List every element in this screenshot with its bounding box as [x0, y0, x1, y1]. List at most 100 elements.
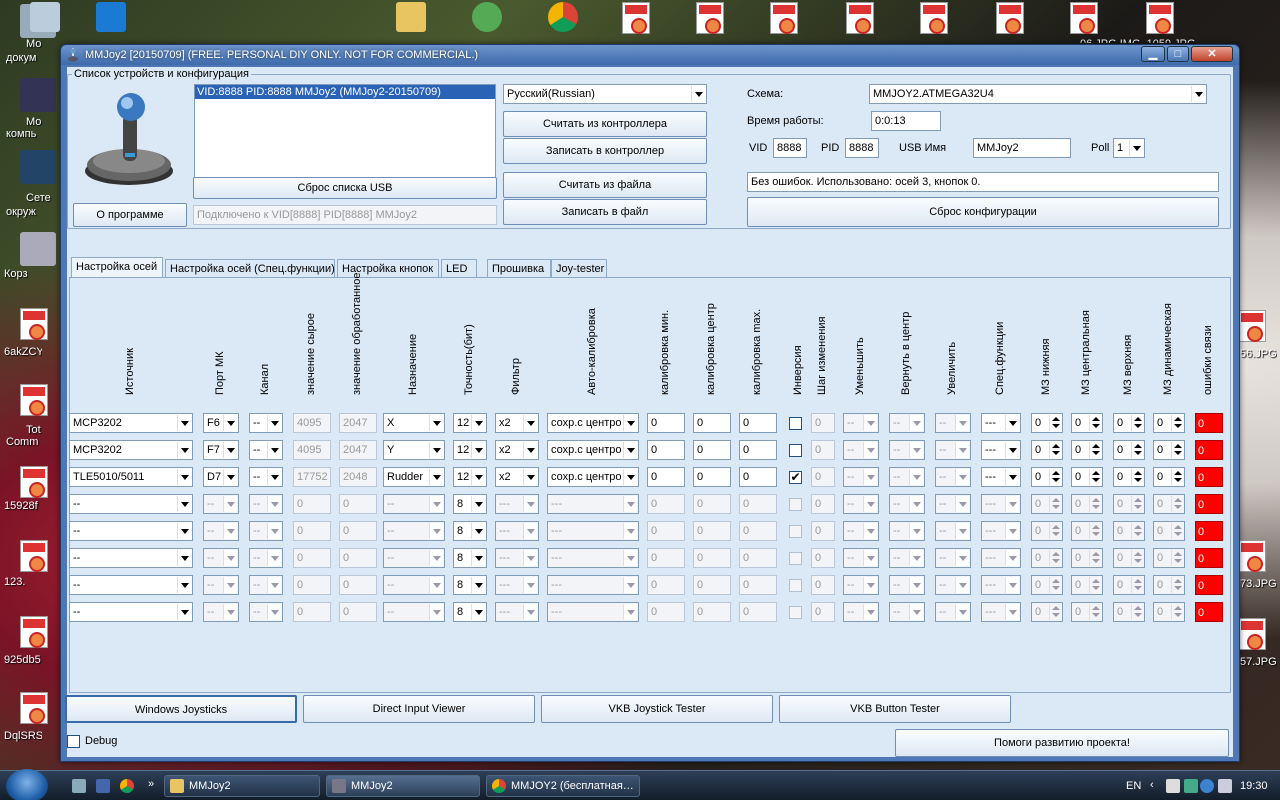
chevron-down-icon[interactable] — [429, 469, 443, 485]
chevron-down-icon[interactable] — [471, 523, 485, 539]
cell-ccenter[interactable]: 0 — [693, 494, 731, 514]
cell-dzd[interactable]: 0 — [1153, 575, 1185, 595]
jpg-file-icon[interactable] — [20, 384, 48, 416]
cell-cmax[interactable]: 0 — [739, 575, 777, 595]
cell-cmin[interactable]: 0 — [647, 413, 685, 433]
cell-spec[interactable]: --- — [981, 467, 1021, 487]
reset-usb-list-button[interactable]: Сброс списка USB — [193, 177, 497, 199]
cell-bits[interactable]: 8 — [453, 575, 487, 595]
cell-bits[interactable]: 12 — [453, 440, 487, 460]
cell-dzl[interactable]: 0 — [1031, 440, 1063, 460]
chevron-down-icon[interactable] — [623, 469, 637, 485]
spin-arrows-icon[interactable] — [1089, 523, 1101, 539]
chevron-down-icon[interactable] — [1005, 523, 1019, 539]
cell-dzh[interactable]: 0 — [1113, 467, 1145, 487]
desktop-shortcut-icon[interactable] — [20, 232, 56, 266]
cell-autocal[interactable]: сохр.с центро — [547, 440, 639, 460]
jpg-file-icon[interactable] — [20, 540, 48, 572]
chevron-down-icon[interactable] — [523, 469, 537, 485]
cell-dzh[interactable]: 0 — [1113, 548, 1145, 568]
spin-arrows-icon[interactable] — [1171, 604, 1183, 620]
spin-arrows-icon[interactable] — [1171, 415, 1183, 431]
chevron-down-icon[interactable] — [223, 469, 237, 485]
spin-arrows-icon[interactable] — [1089, 604, 1101, 620]
chevron-down-icon[interactable] — [223, 523, 237, 539]
chevron-down-icon[interactable] — [523, 523, 537, 539]
spin-arrows-icon[interactable] — [1089, 496, 1101, 512]
chevron-down-icon[interactable] — [523, 604, 537, 620]
jpg-file-icon[interactable] — [1070, 2, 1098, 34]
chevron-down-icon[interactable] — [523, 415, 537, 431]
chevron-down-icon[interactable] — [955, 577, 969, 593]
cell-dzd[interactable]: 0 — [1153, 467, 1185, 487]
cell-channel[interactable]: -- — [249, 494, 283, 514]
spin-arrows-icon[interactable] — [1049, 604, 1061, 620]
cell-spec[interactable]: --- — [981, 548, 1021, 568]
jpg-file-icon[interactable] — [622, 2, 650, 34]
cell-ccenter[interactable]: 0 — [693, 413, 731, 433]
tab-firmware[interactable]: Прошивка — [487, 259, 551, 279]
donate-button[interactable]: Помоги развитию проекта! — [895, 729, 1229, 757]
cell-bits[interactable]: 12 — [453, 413, 487, 433]
cell-channel[interactable]: -- — [249, 602, 283, 622]
cell-dzl[interactable]: 0 — [1031, 548, 1063, 568]
chevron-down-icon[interactable] — [909, 523, 923, 539]
chevron-down-icon[interactable] — [909, 550, 923, 566]
cell-autocal[interactable]: --- — [547, 602, 639, 622]
chevron-down-icon[interactable] — [177, 469, 191, 485]
chevron-down-icon[interactable] — [955, 604, 969, 620]
cell-port[interactable]: D7 — [203, 467, 239, 487]
vkb-button-tester-button[interactable]: VKB Button Tester — [779, 695, 1011, 723]
desktop-shortcut-icon[interactable] — [472, 2, 502, 32]
cell-dzl[interactable]: 0 — [1031, 467, 1063, 487]
cell-cmin[interactable]: 0 — [647, 440, 685, 460]
chevron-down-icon[interactable] — [523, 496, 537, 512]
chevron-down-icon[interactable] — [429, 523, 443, 539]
jpg-file-icon[interactable] — [770, 2, 798, 34]
jpg-file-icon[interactable] — [20, 466, 48, 498]
cell-dzh[interactable]: 0 — [1113, 575, 1145, 595]
chevron-down-icon[interactable] — [955, 415, 969, 431]
chevron-down-icon[interactable] — [863, 496, 877, 512]
tray-icon[interactable] — [1166, 779, 1180, 793]
chevron-down-icon[interactable] — [909, 577, 923, 593]
chevron-down-icon[interactable] — [471, 469, 485, 485]
cell-dzd[interactable]: 0 — [1153, 440, 1185, 460]
device-list-item[interactable]: VID:8888 PID:8888 MMJoy2 (MMJoy2-2015070… — [195, 85, 495, 99]
chevron-down-icon[interactable] — [223, 442, 237, 458]
jpg-file-icon[interactable] — [20, 308, 48, 340]
tray-icon[interactable] — [1184, 779, 1198, 793]
quicklaunch-more-icon[interactable]: » — [148, 778, 154, 790]
read-file-button[interactable]: Считать из файла — [503, 172, 707, 198]
taskbar-item-chrome[interactable]: MMJOY2 (бесплатная… — [486, 775, 640, 797]
chevron-down-icon[interactable] — [623, 442, 637, 458]
chevron-down-icon[interactable] — [177, 442, 191, 458]
chevron-down-icon[interactable] — [429, 496, 443, 512]
device-list[interactable]: VID:8888 PID:8888 MMJoy2 (MMJoy2-2015070… — [194, 84, 496, 180]
minimize-button[interactable]: ▁ — [1141, 46, 1165, 62]
spin-arrows-icon[interactable] — [1131, 442, 1143, 458]
chevron-down-icon[interactable] — [863, 469, 877, 485]
chevron-down-icon[interactable] — [177, 550, 191, 566]
cell-dzl[interactable]: 0 — [1031, 575, 1063, 595]
cell-dzh[interactable]: 0 — [1113, 602, 1145, 622]
start-button[interactable] — [6, 769, 48, 800]
chevron-down-icon[interactable] — [863, 415, 877, 431]
cell-source[interactable]: -- — [69, 602, 193, 622]
chevron-down-icon[interactable] — [1005, 604, 1019, 620]
cell-bits[interactable]: 8 — [453, 521, 487, 541]
title-bar[interactable]: MMJoy2 [20150709] (FREE. PERSONAL DIY ON… — [61, 45, 1239, 65]
cell-filter[interactable]: x2 — [495, 467, 539, 487]
cell-cmax[interactable]: 0 — [739, 521, 777, 541]
chevron-down-icon[interactable] — [223, 550, 237, 566]
jpg-file-icon[interactable] — [846, 2, 874, 34]
cell-cmin[interactable]: 0 — [647, 467, 685, 487]
cell-filter[interactable]: --- — [495, 548, 539, 568]
cell-cmin[interactable]: 0 — [647, 521, 685, 541]
jpg-file-icon[interactable] — [1238, 310, 1266, 342]
about-button[interactable]: О программе — [73, 203, 187, 227]
cell-channel[interactable]: -- — [249, 440, 283, 460]
cell-dzc[interactable]: 0 — [1071, 575, 1103, 595]
chevron-down-icon[interactable] — [223, 577, 237, 593]
cell-spec[interactable]: --- — [981, 521, 1021, 541]
